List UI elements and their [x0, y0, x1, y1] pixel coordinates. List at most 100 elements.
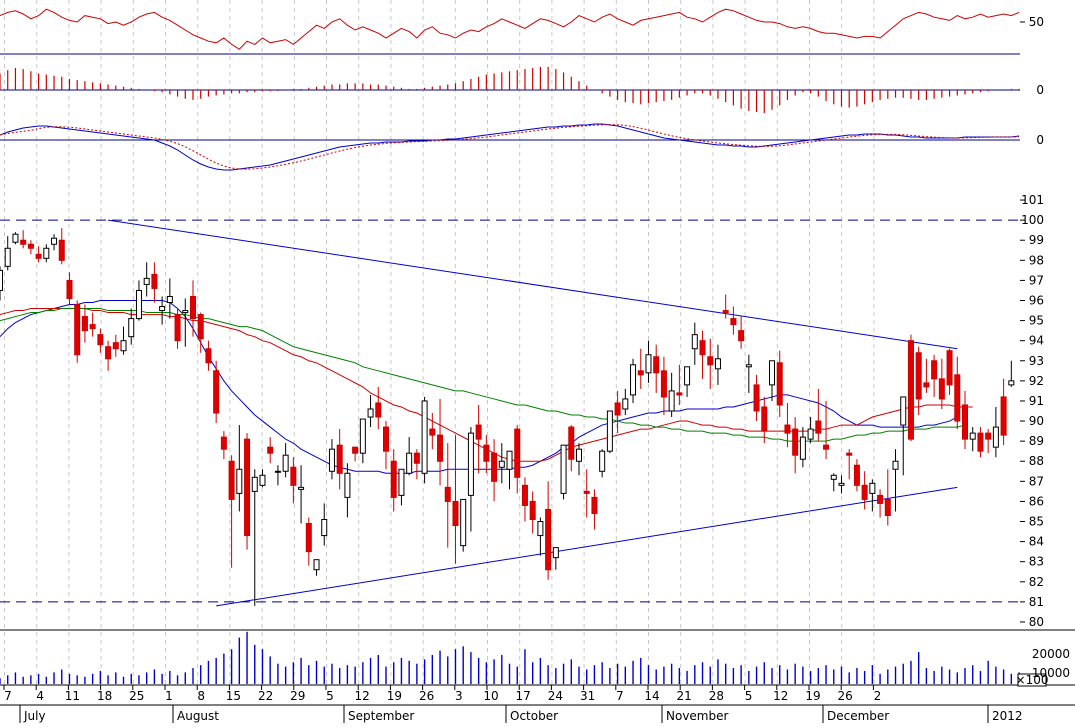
- candle-body: [907, 340, 914, 440]
- candle-body: [190, 295, 196, 320]
- candle: [637, 348, 644, 389]
- candle-body: [344, 472, 351, 498]
- candle-body: [568, 426, 575, 460]
- x-tick-label: 12: [773, 689, 788, 703]
- candle: [915, 346, 922, 416]
- candle: [58, 228, 65, 265]
- candle: [846, 449, 853, 480]
- candle-body: [305, 523, 312, 553]
- candle-body: [923, 382, 930, 388]
- month-label: October: [510, 709, 558, 723]
- candle-body: [1000, 396, 1007, 436]
- month-label: December: [827, 709, 889, 723]
- candle-body: [74, 304, 81, 356]
- candle: [174, 308, 181, 349]
- candle-body: [328, 448, 335, 472]
- candle-body: [43, 247, 50, 259]
- candle-body: [313, 559, 320, 571]
- candle-body: [645, 354, 652, 374]
- candle: [12, 232, 19, 245]
- month-label: July: [23, 709, 46, 723]
- candle-body: [128, 318, 135, 338]
- candle: [568, 425, 575, 472]
- candle: [807, 417, 814, 444]
- candle: [1008, 360, 1015, 387]
- candle-body: [576, 448, 582, 462]
- candle-body: [228, 460, 235, 500]
- candle: [74, 300, 81, 363]
- candle-body: [637, 370, 644, 376]
- candle: [738, 316, 745, 349]
- price-tick-label: 90: [1029, 414, 1044, 428]
- candle: [328, 439, 335, 480]
- oscillator-signal-line: [0, 124, 1020, 170]
- candle-body: [714, 358, 721, 370]
- x-tick-label: 26: [419, 689, 434, 703]
- candle: [66, 272, 73, 305]
- candle-body: [398, 468, 405, 496]
- candle: [406, 437, 413, 476]
- candle-body: [877, 494, 884, 504]
- candle-body: [861, 484, 868, 500]
- candle-body: [722, 310, 729, 314]
- x-tick-label: 14: [644, 689, 659, 703]
- candle: [336, 429, 343, 490]
- candle-body: [491, 452, 498, 482]
- candle: [892, 449, 899, 512]
- volume-tick-label: 20000: [1032, 647, 1070, 661]
- price-tick-label: 93: [1029, 354, 1044, 368]
- oscillator-tick-label: 0: [1036, 133, 1044, 147]
- candle: [27, 240, 34, 255]
- candle-body: [483, 444, 490, 462]
- candle: [545, 481, 552, 580]
- candle-body: [174, 314, 181, 342]
- candle-body: [583, 490, 590, 494]
- candle: [792, 417, 799, 474]
- candle-body: [498, 460, 505, 468]
- x-tick-label: 26: [838, 689, 853, 703]
- x-tick-label: 8: [197, 689, 205, 703]
- candle-body: [560, 444, 567, 494]
- price-tick-label: 95: [1029, 314, 1044, 328]
- rsi-tick-label: 50: [1029, 15, 1044, 29]
- candle: [89, 312, 96, 337]
- x-tick-label: 28: [709, 689, 724, 703]
- x-tick-label: 29: [290, 689, 305, 703]
- candle-body: [352, 446, 359, 454]
- candle-body: [684, 366, 691, 386]
- candle: [684, 366, 691, 397]
- candle: [653, 344, 660, 393]
- candle-body: [421, 400, 428, 474]
- price-tick-label: 92: [1029, 374, 1044, 388]
- candle-body: [452, 500, 459, 527]
- oscillator-panel: [0, 123, 1020, 171]
- candle: [907, 334, 914, 442]
- candle-body: [552, 547, 559, 559]
- candle: [699, 330, 706, 379]
- candle-body: [521, 484, 528, 506]
- grid-lines: [4, 0, 875, 684]
- candle-body: [58, 239, 65, 261]
- x-tick-label: 17: [516, 689, 531, 703]
- candle-body: [529, 500, 536, 520]
- histogram-tick-label: 0: [1036, 83, 1044, 97]
- candle: [962, 390, 968, 450]
- candle-body: [220, 436, 227, 450]
- price-tick-label: 91: [1029, 394, 1044, 408]
- candle-body: [630, 364, 637, 396]
- x-tick-label: 12: [355, 689, 370, 703]
- candle-body: [151, 273, 158, 289]
- candle-body: [282, 454, 289, 472]
- candle-body: [467, 432, 474, 496]
- candle-body: [112, 342, 119, 350]
- candle: [931, 354, 938, 397]
- candle: [668, 372, 675, 418]
- price-tick-label: 81: [1029, 595, 1044, 609]
- candle: [282, 443, 289, 478]
- candle-body: [738, 330, 745, 342]
- candle-body: [691, 334, 698, 350]
- candle: [560, 444, 567, 500]
- candle-body: [274, 470, 281, 473]
- candle-body: [159, 306, 166, 312]
- candle-body: [35, 253, 42, 259]
